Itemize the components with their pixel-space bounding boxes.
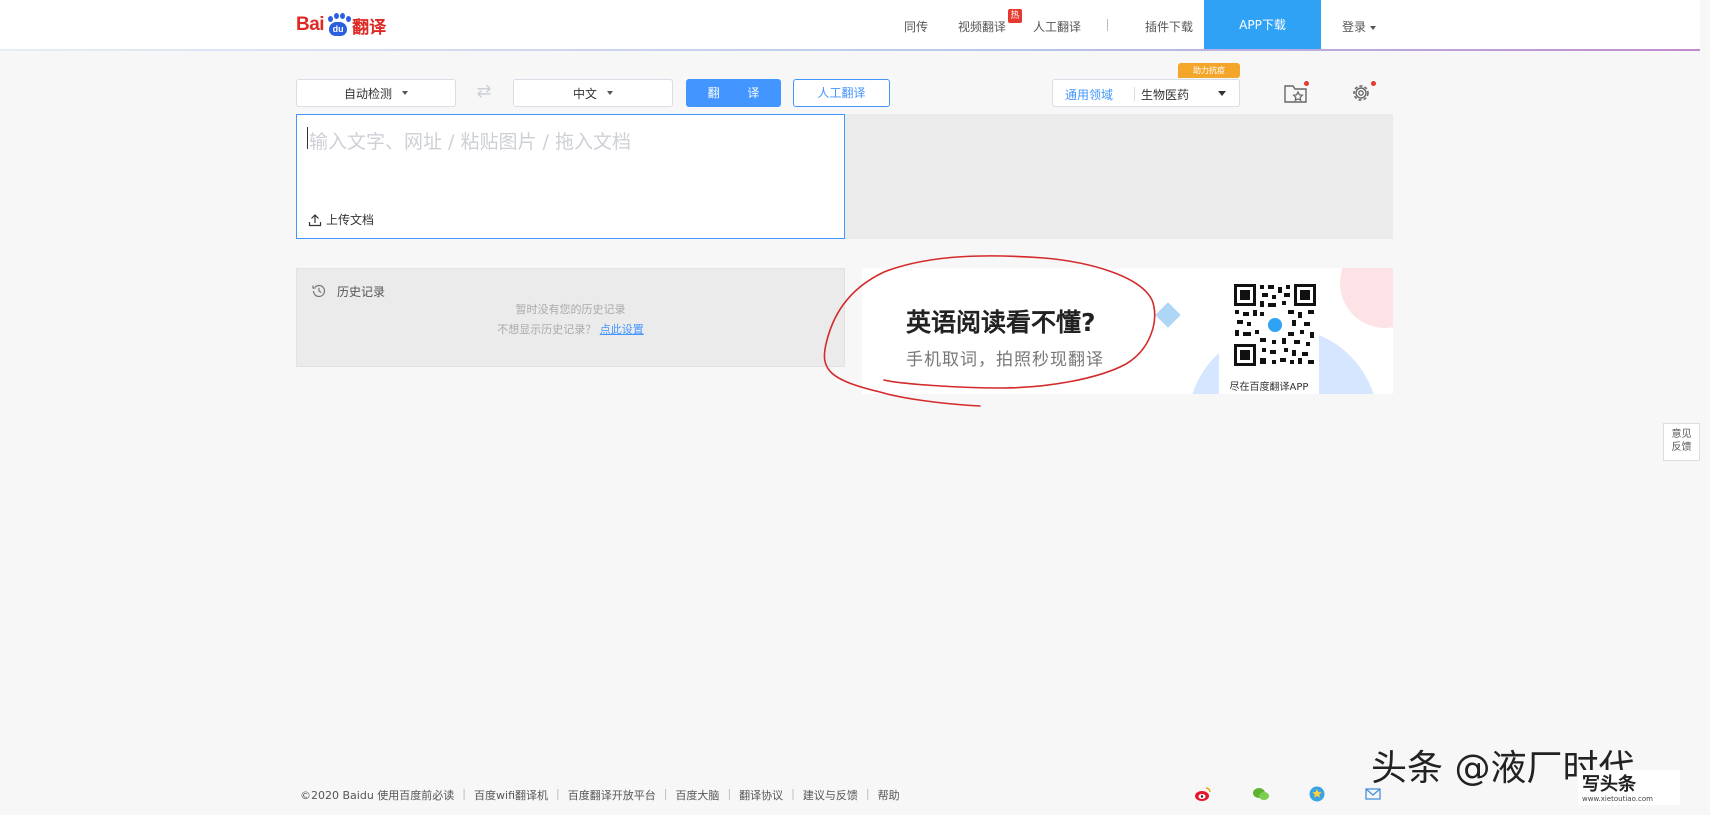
feedback-line2: 反馈 [1671, 442, 1692, 453]
feedback-line1: 意见 [1671, 429, 1692, 440]
history-hide-prompt: 不想显示历史记录？ [497, 323, 597, 336]
text-cursor [307, 127, 308, 149]
weibo-icon[interactable] [1194, 785, 1212, 803]
nav-video-translate[interactable]: 视频翻译 [958, 18, 1006, 35]
assist-badge: 助力抗疫 [1178, 63, 1240, 78]
nav-simultaneous[interactable]: 同传 [904, 18, 928, 35]
footer-link[interactable]: 百度大脑 [675, 787, 719, 803]
history-settings-link[interactable]: 点此设置 [600, 323, 644, 336]
history-settings-hint: 不想显示历史记录？ 点此设置 [297, 321, 844, 337]
notification-dot [1304, 81, 1309, 86]
translation-output-panel [845, 114, 1393, 239]
app-download-button[interactable]: APP下载 [1204, 0, 1321, 50]
source-text-input[interactable]: 输入文字、网址 / 粘贴图片 / 拖入文档 上传文档 [296, 114, 845, 239]
decor-diamond [1155, 302, 1181, 328]
feedback-tab[interactable]: 意见 反馈 [1663, 423, 1700, 461]
watermark-logo-url: www.xietoutiao.com [1582, 795, 1653, 803]
upload-icon [308, 213, 322, 226]
chevron-down-icon [607, 91, 613, 95]
promo-subtitle: 手机取词，拍照秒现翻译 [906, 350, 1104, 370]
upload-document-label: 上传文档 [326, 213, 375, 227]
watermark-logo: 写头条 www.xietoutiao.com [1578, 770, 1680, 805]
login-label: 登录 [1342, 20, 1367, 34]
footer-link[interactable]: 翻译协议 [739, 787, 783, 803]
logo-bai-text: Bai [296, 14, 325, 35]
domain-selected-label: 生物医药 [1141, 88, 1190, 102]
domain-select[interactable]: 通用领域 生物医药 [1052, 79, 1240, 107]
qr-caption: 尽在百度翻译APP [1229, 382, 1309, 393]
source-language-select[interactable]: 自动检测 [296, 79, 456, 107]
settings-gear-icon[interactable] [1347, 80, 1376, 106]
logo-fanyi-text: 翻译 [352, 17, 387, 37]
logo-du-text: du [329, 22, 348, 36]
assist-badge-label: 助力抗疫 [1193, 66, 1225, 75]
qzone-icon[interactable] [1308, 785, 1326, 803]
baidu-translate-logo[interactable]: Bai du 翻译 [296, 12, 386, 38]
footer-link[interactable]: 百度wifi翻译机 [474, 787, 548, 803]
footer-link[interactable]: 百度翻译开放平台 [568, 787, 656, 803]
chevron-down-icon [1218, 91, 1226, 96]
footer-link[interactable]: ©2020 Baidu 使用百度前必读 [300, 787, 454, 803]
chevron-down-icon [402, 91, 408, 95]
top-header: Bai du 翻译 同传 视频翻译 热 人工翻译 插件下载 APP下载 登录 [0, 0, 1700, 50]
footer-separator: | [556, 787, 560, 800]
nav-plugin-download[interactable]: 插件下载 [1145, 18, 1193, 35]
history-clock-icon [312, 284, 326, 298]
footer-links: ©2020 Baidu 使用百度前必读 | 百度wifi翻译机 | 百度翻译开放… [300, 787, 900, 803]
decor-blob [1340, 268, 1393, 328]
input-placeholder: 输入文字、网址 / 粘贴图片 / 拖入文档 [309, 131, 631, 153]
footer-link[interactable]: 帮助 [878, 787, 900, 803]
nav-human-translate[interactable]: 人工翻译 [1033, 18, 1081, 35]
translate-button[interactable]: 翻 译 [686, 79, 781, 107]
nav-divider [1107, 19, 1108, 31]
watermark-logo-text: 写头条 [1582, 774, 1636, 795]
header-divider [0, 49, 1700, 51]
source-language-label: 自动检测 [343, 86, 392, 101]
history-empty-message: 暂时没有您的历史记录 [515, 303, 626, 316]
footer-separator: | [791, 787, 795, 800]
footer-separator: | [727, 787, 732, 800]
app-promo-banner[interactable]: 英语阅读看不懂? 手机取词，拍照秒现翻译 尽在百度翻译APP [862, 268, 1393, 394]
target-language-label: 中文 [572, 86, 597, 101]
footer-separator: | [663, 787, 668, 800]
login-menu[interactable]: 登录 [1342, 18, 1377, 35]
favorites-icon[interactable] [1282, 80, 1310, 106]
footer-separator: | [865, 787, 870, 800]
footer-separator: | [462, 787, 467, 800]
notification-dot [1371, 81, 1376, 86]
baidu-paw-icon: du [325, 13, 352, 37]
human-translate-button[interactable]: 人工翻译 [793, 79, 890, 107]
chevron-down-icon [1370, 25, 1377, 30]
qr-card: 尽在百度翻译APP [1219, 278, 1319, 394]
qr-code-icon [1232, 282, 1318, 368]
target-language-select[interactable]: 中文 [513, 79, 673, 107]
domain-general-label: 通用领域 [1065, 88, 1114, 102]
domain-divider [1134, 87, 1135, 101]
footer-link[interactable]: 建议与反馈 [803, 787, 858, 803]
swap-languages-icon[interactable]: ⇄ [472, 82, 496, 102]
history-title: 历史记录 [337, 285, 386, 299]
upload-document-button[interactable]: 上传文档 [308, 211, 374, 228]
wechat-icon[interactable] [1252, 785, 1270, 803]
history-panel: 历史记录 暂时没有您的历史记录 不想显示历史记录？ 点此设置 [296, 268, 845, 367]
promo-title: 英语阅读看不懂? [906, 308, 1096, 337]
hot-badge: 热 [1008, 9, 1022, 23]
